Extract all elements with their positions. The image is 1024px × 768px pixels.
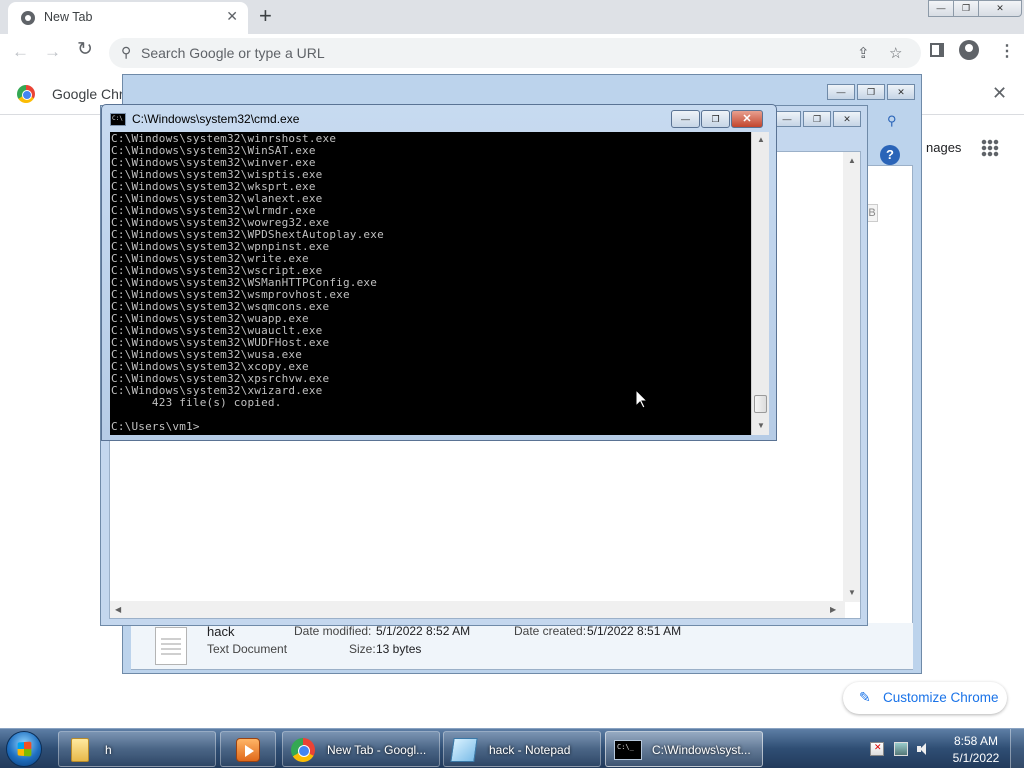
cmd-close-button[interactable]: ✕ bbox=[731, 110, 763, 128]
notepad-window-controls: — ❐ ✕ bbox=[771, 110, 861, 127]
media-player-icon bbox=[236, 738, 260, 762]
taskbar-item-cmd[interactable]: C:\Windows\syst... bbox=[605, 731, 763, 767]
taskbar: h New Tab - Googl... hack - Notepad C:\W… bbox=[0, 728, 1024, 768]
google-apps-icon[interactable] bbox=[981, 139, 999, 157]
cmd-icon bbox=[614, 740, 642, 760]
details-size-label: Size: bbox=[349, 642, 376, 656]
customize-chrome-button[interactable]: ✎ Customize Chrome bbox=[843, 682, 1007, 714]
details-file-type: Text Document bbox=[207, 642, 288, 656]
forward-arrow-icon[interactable]: → bbox=[44, 42, 61, 62]
chrome-toolbar: ← → ↻ ⚲ ⇪ ☆ bbox=[0, 34, 1024, 72]
cmd-window-icon bbox=[110, 113, 126, 126]
explorer-minimize-button[interactable]: — bbox=[827, 84, 855, 100]
cmd-console-text: C:\Windows\system32\winrshost.exe C:\Win… bbox=[111, 132, 384, 433]
chrome-close-button[interactable]: ✕ bbox=[978, 0, 1022, 17]
text-document-icon bbox=[155, 627, 187, 665]
profile-avatar-icon[interactable] bbox=[959, 40, 979, 60]
show-desktop-button[interactable] bbox=[1010, 729, 1024, 768]
notepad-close-button[interactable]: ✕ bbox=[833, 111, 861, 127]
volume-icon[interactable] bbox=[916, 742, 930, 756]
help-icon[interactable]: ? bbox=[880, 145, 900, 165]
chrome-maximize-button[interactable]: ❐ bbox=[953, 0, 979, 17]
cmd-maximize-button[interactable]: ❐ bbox=[701, 110, 730, 128]
notepad-minimize-button[interactable]: — bbox=[773, 111, 801, 127]
tab-title: New Tab bbox=[44, 10, 93, 24]
tab-new-tab[interactable]: New Tab ✕ bbox=[8, 2, 248, 34]
scroll-left-arrow-icon[interactable]: ◀ bbox=[115, 605, 121, 614]
omnibox-input[interactable] bbox=[141, 44, 861, 62]
system-tray: 8:58 AM 5/1/2022 bbox=[862, 729, 1024, 768]
scroll-up-arrow-icon[interactable]: ▲ bbox=[848, 156, 856, 165]
cmd-window[interactable]: C:\Windows\system32\cmd.exe —❐✕ C:\Windo… bbox=[101, 104, 777, 441]
new-tab-button[interactable]: + bbox=[259, 4, 272, 28]
cmd-console-output[interactable]: C:\Windows\system32\winrshost.exe C:\Win… bbox=[110, 132, 751, 435]
cmd-scroll-up-icon[interactable]: ▲ bbox=[757, 135, 765, 144]
notepad-horizontal-scrollbar[interactable]: ◀ ▶ bbox=[110, 601, 845, 618]
share-icon[interactable]: ⇪ bbox=[857, 44, 870, 62]
taskbar-item-label: h bbox=[105, 743, 112, 757]
network-icon[interactable] bbox=[894, 742, 908, 756]
folder-icon bbox=[71, 738, 89, 762]
details-file-name: hack bbox=[207, 624, 235, 639]
details-date-modified-label: Date modified: bbox=[294, 624, 372, 638]
scroll-down-arrow-icon[interactable]: ▼ bbox=[848, 588, 856, 597]
chrome-logo-icon bbox=[17, 85, 35, 103]
images-link[interactable]: nages bbox=[926, 140, 961, 155]
taskbar-item-label: New Tab - Googl... bbox=[327, 743, 427, 757]
notepad-search-icon[interactable]: ⚲ bbox=[887, 113, 897, 129]
details-date-modified-value: 5/1/2022 8:52 AM bbox=[376, 624, 471, 638]
clock-date[interactable]: 5/1/2022 bbox=[946, 751, 1006, 765]
taskbar-item-chrome[interactable]: New Tab - Googl... bbox=[282, 731, 440, 767]
infobar-text: Google Chro bbox=[52, 86, 132, 102]
explorer-maximize-button[interactable]: ❐ bbox=[857, 84, 885, 100]
bookmark-star-icon[interactable]: ☆ bbox=[889, 44, 902, 62]
taskbar-item-label: hack - Notepad bbox=[489, 743, 571, 757]
explorer-details-pane: hack Text Document Date modified: 5/1/20… bbox=[131, 623, 913, 669]
notepad-vertical-scrollbar[interactable]: ▲ ▼ bbox=[843, 152, 860, 602]
action-center-flag-icon[interactable] bbox=[870, 742, 884, 756]
cmd-vertical-scrollbar[interactable]: ▲ ▼ bbox=[751, 132, 769, 435]
taskbar-item-explorer[interactable]: h bbox=[58, 731, 216, 767]
chrome-favicon-icon bbox=[21, 11, 35, 25]
details-date-created-label: Date created: bbox=[514, 624, 587, 638]
cmd-window-controls: — ❐ ✕ bbox=[670, 110, 763, 128]
pencil-icon: ✎ bbox=[859, 689, 871, 705]
search-icon: ⚲ bbox=[121, 44, 132, 60]
notepad-maximize-button[interactable]: ❐ bbox=[803, 111, 831, 127]
details-date-created-value: 5/1/2022 8:51 AM bbox=[587, 624, 682, 638]
chrome-icon bbox=[291, 738, 315, 762]
chrome-minimize-button[interactable]: — bbox=[928, 0, 954, 17]
cmd-scroll-down-icon[interactable]: ▼ bbox=[757, 421, 765, 430]
start-button[interactable] bbox=[6, 731, 42, 767]
details-size-value: 13 bytes bbox=[376, 642, 422, 656]
taskbar-item-media-player[interactable] bbox=[220, 731, 276, 767]
clock-time[interactable]: 8:58 AM bbox=[946, 734, 1006, 748]
cmd-window-title: C:\Windows\system32\cmd.exe bbox=[132, 112, 300, 126]
cmd-minimize-button[interactable]: — bbox=[671, 110, 700, 128]
notepad-icon bbox=[450, 738, 478, 762]
cmd-scroll-thumb[interactable] bbox=[754, 395, 767, 413]
omnibox[interactable]: ⚲ ⇪ ☆ bbox=[109, 38, 921, 68]
tab-close-icon[interactable]: ✕ bbox=[226, 8, 238, 25]
taskbar-item-notepad[interactable]: hack - Notepad bbox=[443, 731, 601, 767]
mouse-cursor-icon bbox=[636, 390, 648, 409]
customize-chrome-label: Customize Chrome bbox=[883, 690, 999, 705]
scroll-right-arrow-icon[interactable]: ▶ bbox=[830, 605, 836, 614]
explorer-close-button[interactable]: ✕ bbox=[887, 84, 915, 100]
taskbar-item-label: C:\Windows\syst... bbox=[652, 743, 751, 757]
chrome-menu-icon[interactable]: ⋮ bbox=[999, 41, 1015, 61]
chrome-tab-strip: New Tab ✕ + — ❐ ✕ bbox=[0, 0, 1024, 34]
explorer-window-controls: — ❐ ✕ bbox=[825, 83, 915, 100]
side-panel-icon[interactable] bbox=[930, 43, 944, 57]
infobar-close-icon[interactable]: ✕ bbox=[992, 83, 1007, 104]
back-arrow-icon[interactable]: ← bbox=[12, 42, 29, 62]
reload-icon[interactable]: ↻ bbox=[77, 40, 93, 60]
